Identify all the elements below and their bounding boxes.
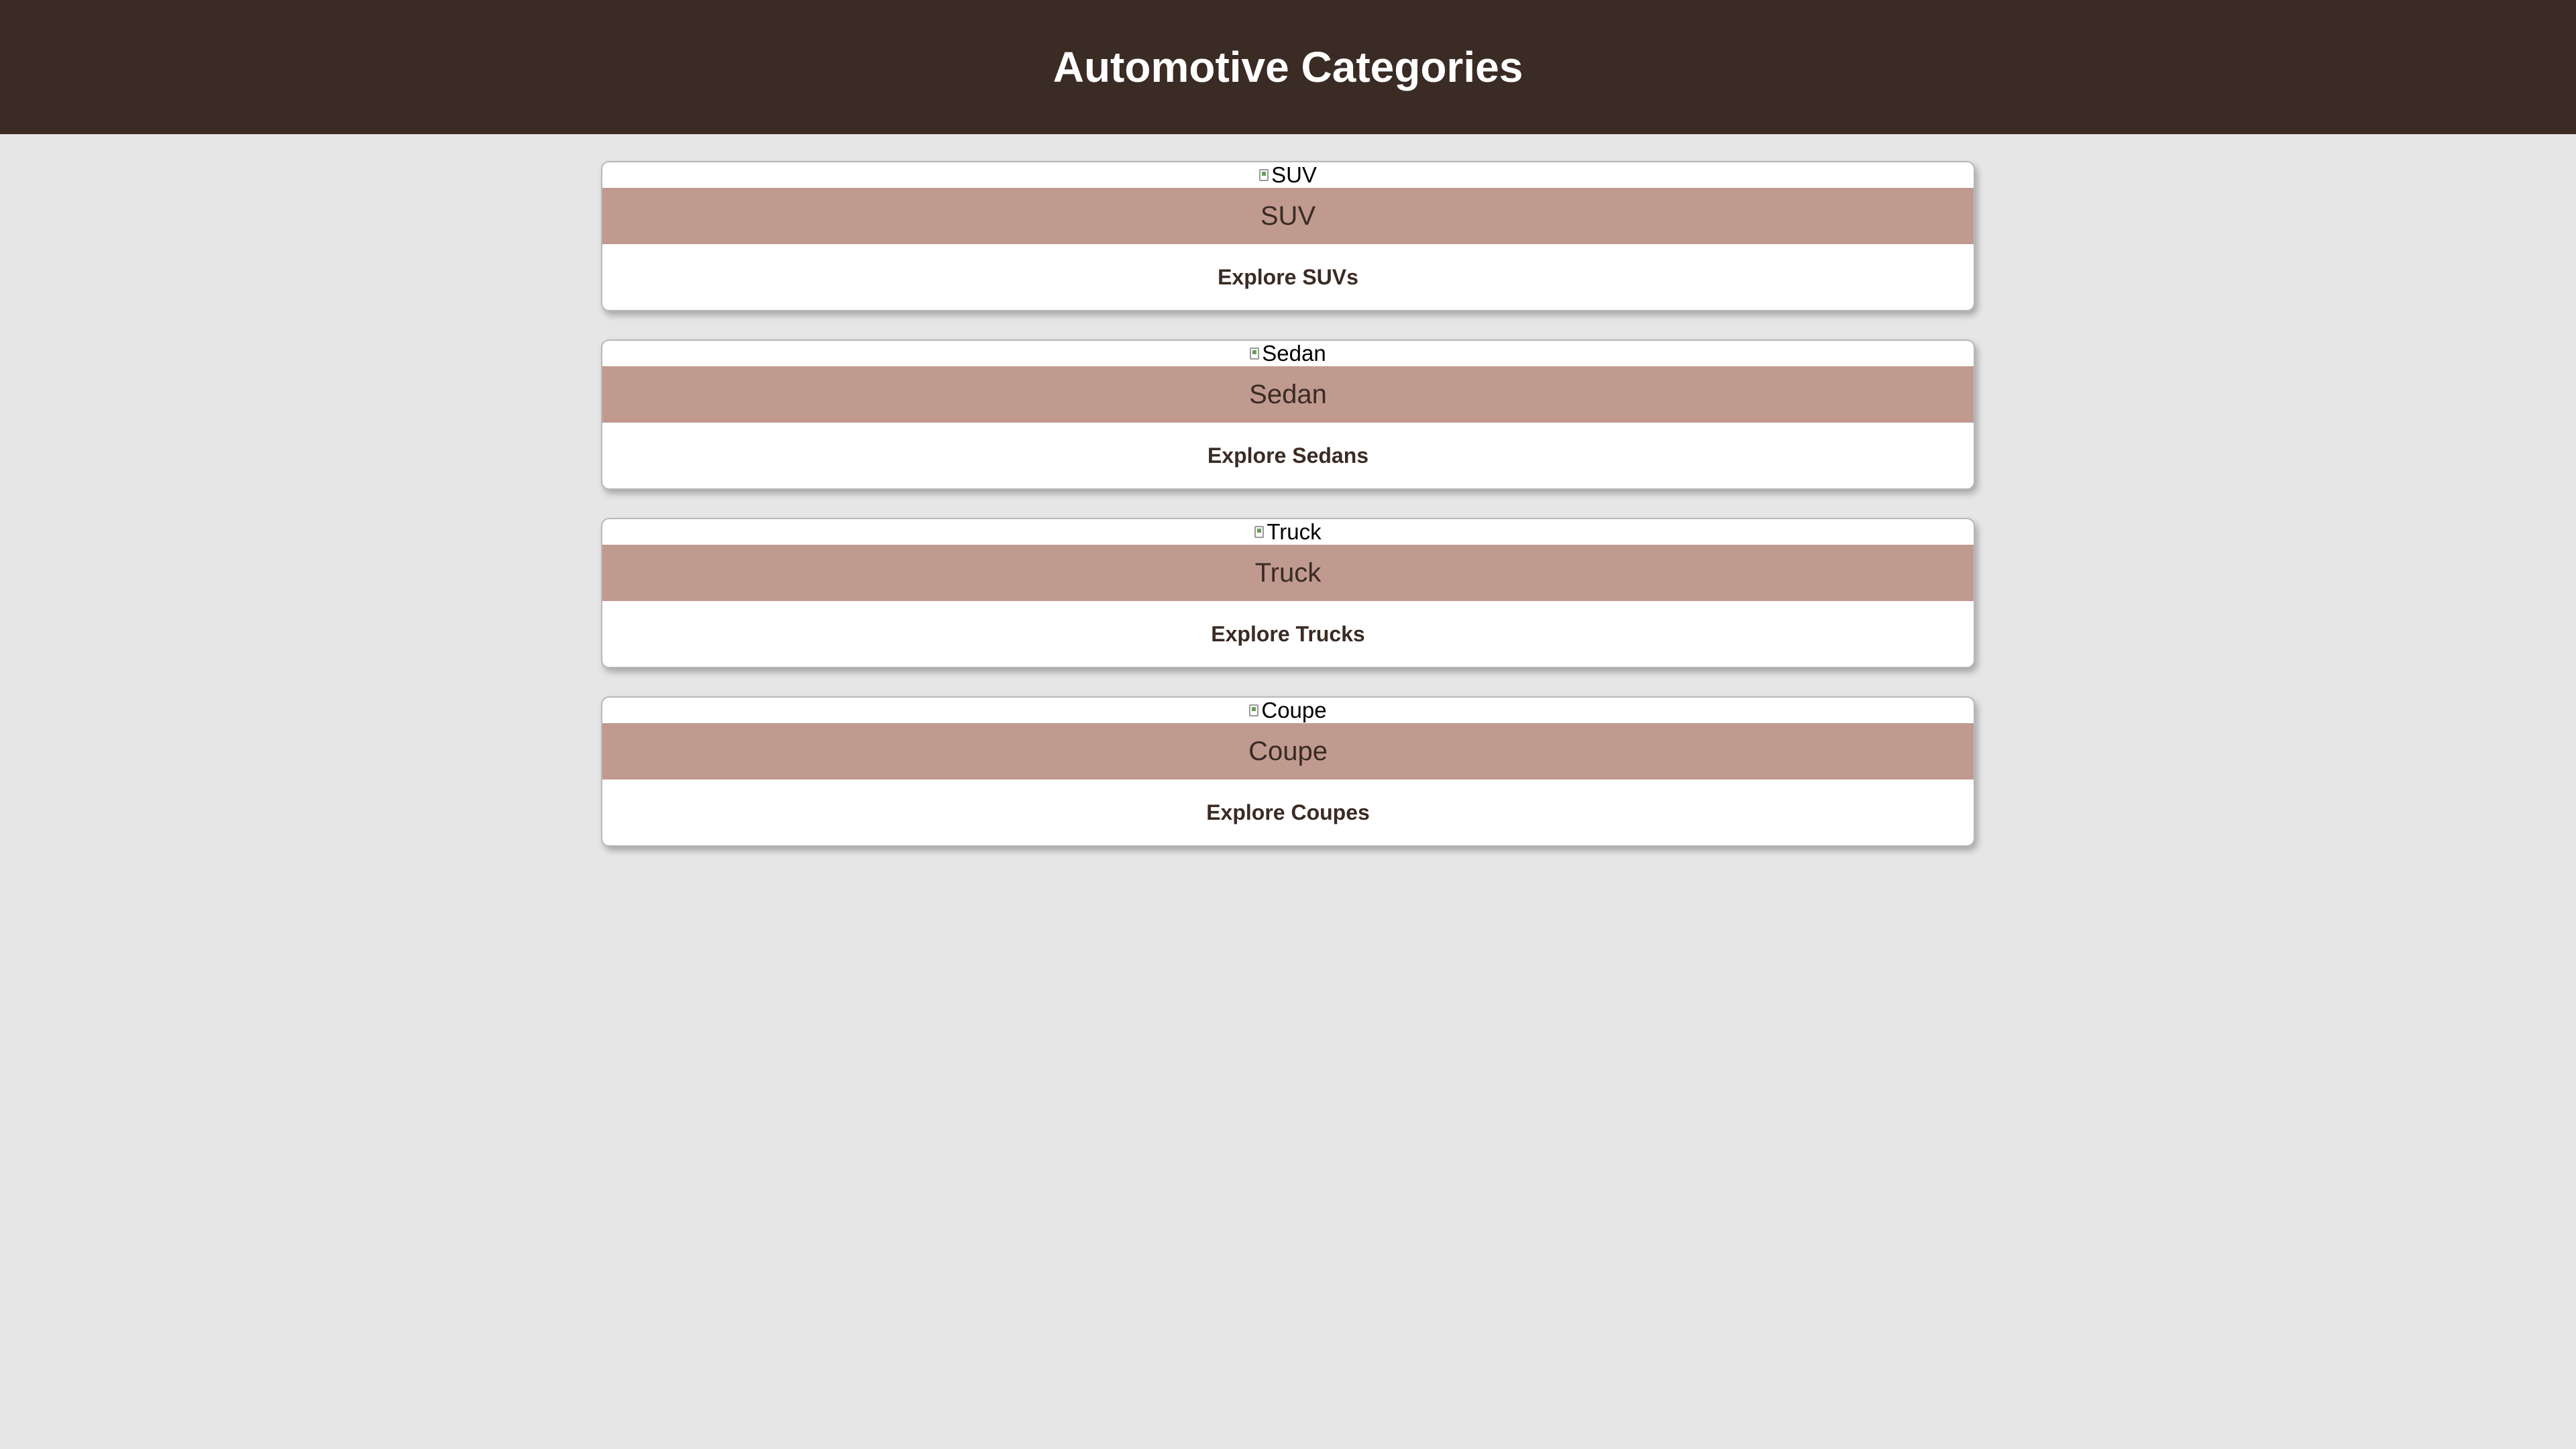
explore-trucks-link[interactable]: Explore Trucks <box>602 601 1974 667</box>
broken-image-placeholder: Coupe <box>1249 698 1327 723</box>
category-image: Coupe <box>602 698 1974 723</box>
broken-image-icon <box>1249 704 1259 716</box>
page-title: Automotive Categories <box>1053 43 1523 91</box>
explore-coupes-link[interactable]: Explore Coupes <box>602 780 1974 845</box>
category-title: Coupe <box>602 723 1974 780</box>
broken-image-placeholder: Sedan <box>1250 341 1326 366</box>
category-image: Sedan <box>602 341 1974 366</box>
image-alt-text: Truck <box>1267 519 1322 544</box>
category-title: SUV <box>602 188 1974 244</box>
explore-suvs-link[interactable]: Explore SUVs <box>602 244 1974 310</box>
category-card-sedan: Sedan Sedan Explore Sedans <box>601 339 1975 490</box>
broken-image-icon <box>1250 347 1260 360</box>
category-card-coupe: Coupe Coupe Explore Coupes <box>601 696 1975 847</box>
image-alt-text: Sedan <box>1262 341 1326 366</box>
category-list: SUV SUV Explore SUVs Sedan Sedan Explore… <box>601 161 1975 847</box>
image-alt-text: SUV <box>1271 162 1317 187</box>
broken-image-placeholder: Truck <box>1254 519 1322 545</box>
broken-image-icon <box>1259 169 1269 181</box>
category-title: Truck <box>602 545 1974 601</box>
page-header: Automotive Categories <box>0 0 2576 134</box>
explore-sedans-link[interactable]: Explore Sedans <box>602 423 1974 488</box>
category-image: Truck <box>602 519 1974 545</box>
image-alt-text: Coupe <box>1261 698 1327 722</box>
broken-image-icon <box>1254 526 1265 538</box>
category-card-suv: SUV SUV Explore SUVs <box>601 161 1975 311</box>
category-image: SUV <box>602 162 1974 188</box>
category-title: Sedan <box>602 366 1974 423</box>
broken-image-placeholder: SUV <box>1259 162 1317 188</box>
category-card-truck: Truck Truck Explore Trucks <box>601 518 1975 668</box>
